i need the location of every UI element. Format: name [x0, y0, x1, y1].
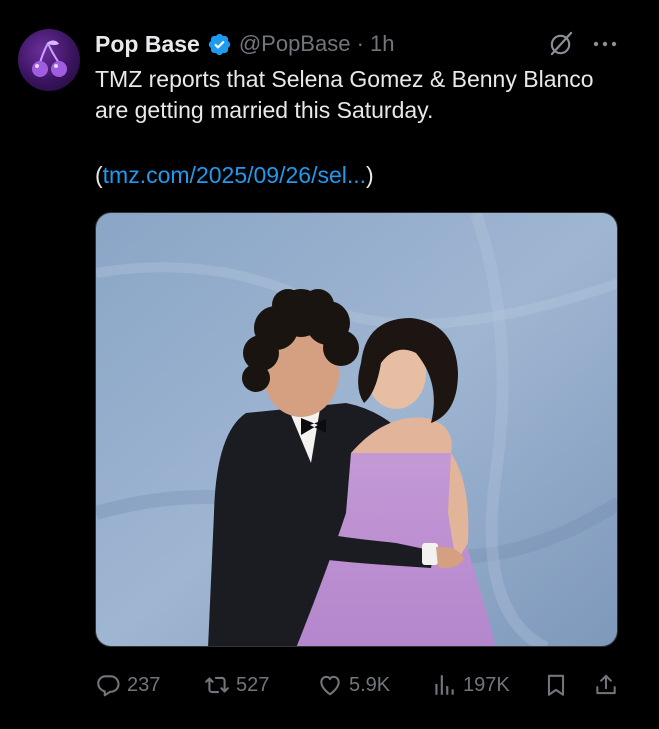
- tweet-link-line: (tmz.com/2025/09/26/sel...): [95, 160, 374, 191]
- tweet-text: TMZ reports that Selena Gomez & Benny Bl…: [95, 66, 594, 123]
- link-open-paren: (: [95, 162, 103, 188]
- grok-icon[interactable]: [548, 30, 575, 57]
- reply-icon: [97, 675, 120, 697]
- bookmark-icon: [547, 674, 565, 696]
- repost-count: 527: [236, 673, 270, 696]
- tweet-action-bar: 237 527 5.9K 197K: [95, 666, 620, 704]
- share-button[interactable]: [593, 666, 619, 704]
- views-icon: [435, 675, 454, 695]
- views-button[interactable]: 197K: [431, 666, 510, 704]
- verified-badge-icon: [208, 33, 231, 55]
- link-close-paren: ): [366, 162, 374, 188]
- reply-count: 237: [127, 673, 161, 696]
- like-count: 5.9K: [349, 673, 391, 696]
- repost-icon: [205, 676, 229, 694]
- author-handle-and-time[interactable]: @PopBase · 1h: [239, 31, 395, 57]
- cherry-logo-icon: [32, 40, 67, 77]
- bookmark-button[interactable]: [543, 666, 569, 704]
- tweet-photo[interactable]: [95, 212, 618, 647]
- like-icon: [320, 675, 340, 696]
- author-name[interactable]: Pop Base: [95, 31, 200, 58]
- more-icon[interactable]: [593, 40, 617, 48]
- avatar[interactable]: [18, 29, 80, 91]
- repost-button[interactable]: 527: [204, 666, 269, 704]
- tweet-link[interactable]: tmz.com/2025/09/26/sel...: [103, 162, 366, 188]
- tweet-header: Pop Base @PopBase · 1h: [95, 28, 394, 60]
- share-icon: [596, 674, 616, 695]
- views-count: 197K: [463, 673, 510, 696]
- reply-button[interactable]: 237: [95, 666, 160, 704]
- like-button[interactable]: 5.9K: [317, 666, 390, 704]
